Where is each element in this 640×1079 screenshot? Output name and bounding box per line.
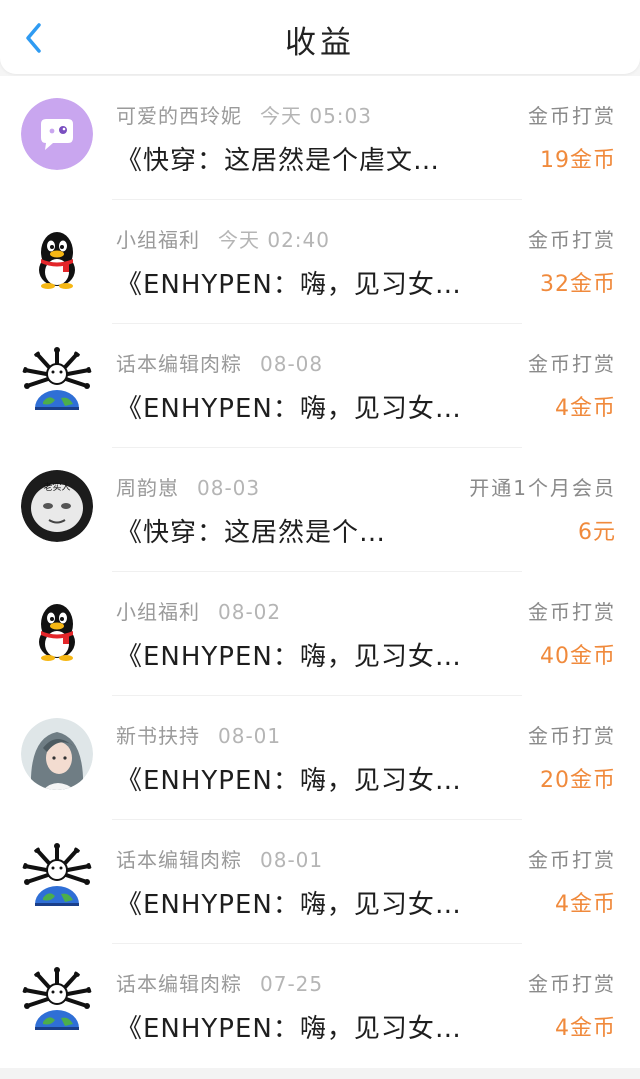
source-text: 小组福利 08-02 bbox=[116, 596, 281, 625]
record-type: 金币打赏 bbox=[528, 972, 616, 996]
meme-face-icon: 老实人 bbox=[21, 470, 93, 542]
source-text: 话本编辑肉粽 08-08 bbox=[116, 348, 323, 377]
record-type: 金币打赏 bbox=[528, 352, 616, 376]
amount: 19金币 bbox=[540, 148, 616, 173]
book-title: 《ENHYPEN：嗨，见习女… bbox=[116, 890, 462, 920]
source-name: 可爱的西玲妮 bbox=[116, 104, 242, 128]
source-text: 话本编辑肉粽 07-25 bbox=[116, 968, 323, 997]
record-type: 金币打赏 bbox=[528, 228, 616, 252]
book-title: 《ENHYPEN：嗨，见习女… bbox=[116, 1014, 462, 1044]
amount: 4金币 bbox=[555, 396, 616, 421]
record-time: 今天 05:03 bbox=[260, 104, 372, 128]
avatar bbox=[21, 842, 93, 914]
amount: 32金币 bbox=[540, 272, 616, 297]
source-name: 新书扶持 bbox=[116, 724, 200, 748]
record-time: 08-03 bbox=[197, 476, 261, 500]
list-item[interactable]: 话本编辑肉粽 08-08 金币打赏 《ENHYPEN：嗨，见习女… 4金币 bbox=[0, 324, 640, 448]
source-text: 小组福利 今天 02:40 bbox=[116, 224, 330, 253]
record-type: 开通1个月会员 bbox=[469, 476, 616, 500]
book-title: 《快穿：这居然是个虐文… bbox=[116, 146, 441, 176]
chat-bubble-icon bbox=[21, 98, 93, 170]
book-title: 《ENHYPEN：嗨，见习女… bbox=[116, 642, 462, 672]
amount: 40金币 bbox=[540, 644, 616, 669]
source-text: 新书扶持 08-01 bbox=[116, 720, 281, 749]
globe-cartoon-icon bbox=[21, 842, 93, 914]
book-title: 《ENHYPEN：嗨，见习女… bbox=[116, 270, 462, 300]
avatar bbox=[21, 594, 93, 666]
bottom-edge bbox=[0, 1068, 640, 1079]
penguin-icon bbox=[21, 222, 93, 294]
globe-cartoon-icon bbox=[21, 346, 93, 418]
avatar: 老实人 bbox=[21, 470, 93, 542]
avatar bbox=[21, 222, 93, 294]
source-text: 周韵崽 08-03 bbox=[116, 472, 260, 501]
record-type: 金币打赏 bbox=[528, 848, 616, 872]
top-bar: 收益 bbox=[0, 0, 640, 74]
globe-cartoon-icon bbox=[21, 966, 93, 1038]
record-time: 今天 02:40 bbox=[218, 228, 330, 252]
amount: 6元 bbox=[578, 520, 616, 545]
list-item[interactable]: 话本编辑肉粽 07-25 金币打赏 《ENHYPEN：嗨，见习女… 4金币 bbox=[0, 944, 640, 1068]
anime-portrait-icon bbox=[21, 718, 93, 790]
source-name: 话本编辑肉粽 bbox=[116, 972, 242, 996]
record-time: 08-02 bbox=[218, 600, 282, 624]
avatar bbox=[21, 718, 93, 790]
list-item[interactable]: 话本编辑肉粽 08-01 金币打赏 《ENHYPEN：嗨，见习女… 4金币 bbox=[0, 820, 640, 944]
record-time: 08-01 bbox=[260, 848, 324, 872]
penguin-icon bbox=[21, 594, 93, 666]
source-name: 小组福利 bbox=[116, 228, 200, 252]
book-title: 《ENHYPEN：嗨，见习女… bbox=[116, 766, 462, 796]
source-text: 话本编辑肉粽 08-01 bbox=[116, 844, 323, 873]
source-name: 话本编辑肉粽 bbox=[116, 352, 242, 376]
list-item[interactable]: 可爱的西玲妮 今天 05:03 金币打赏 《快穿：这居然是个虐文… 19金币 bbox=[0, 76, 640, 200]
amount: 4金币 bbox=[555, 1016, 616, 1041]
page-title: 收益 bbox=[285, 25, 355, 61]
book-title: 《快穿：这居然是个… bbox=[116, 518, 387, 548]
source-name: 话本编辑肉粽 bbox=[116, 848, 242, 872]
avatar bbox=[21, 98, 93, 170]
earnings-list: 可爱的西玲妮 今天 05:03 金币打赏 《快穿：这居然是个虐文… 19金币 小… bbox=[0, 76, 640, 1068]
source-text: 可爱的西玲妮 今天 05:03 bbox=[116, 100, 372, 129]
list-item[interactable]: 小组福利 今天 02:40 金币打赏 《ENHYPEN：嗨，见习女… 32金币 bbox=[0, 200, 640, 324]
record-time: 08-08 bbox=[260, 352, 324, 376]
amount: 4金币 bbox=[555, 892, 616, 917]
source-name: 周韵崽 bbox=[116, 476, 179, 500]
list-item[interactable]: 老实人 周韵崽 08-03 开通1个月会员 《快穿：这居然是个… 6元 bbox=[0, 448, 640, 572]
record-type: 金币打赏 bbox=[528, 104, 616, 128]
amount: 20金币 bbox=[540, 768, 616, 793]
record-time: 07-25 bbox=[260, 972, 324, 996]
meme-label: 老实人 bbox=[43, 481, 70, 493]
record-time: 08-01 bbox=[218, 724, 282, 748]
list-item[interactable]: 小组福利 08-02 金币打赏 《ENHYPEN：嗨，见习女… 40金币 bbox=[0, 572, 640, 696]
avatar bbox=[21, 966, 93, 1038]
list-item[interactable]: 新书扶持 08-01 金币打赏 《ENHYPEN：嗨，见习女… 20金币 bbox=[0, 696, 640, 820]
source-name: 小组福利 bbox=[116, 600, 200, 624]
record-type: 金币打赏 bbox=[528, 600, 616, 624]
avatar bbox=[21, 346, 93, 418]
book-title: 《ENHYPEN：嗨，见习女… bbox=[116, 394, 462, 424]
record-type: 金币打赏 bbox=[528, 724, 616, 748]
